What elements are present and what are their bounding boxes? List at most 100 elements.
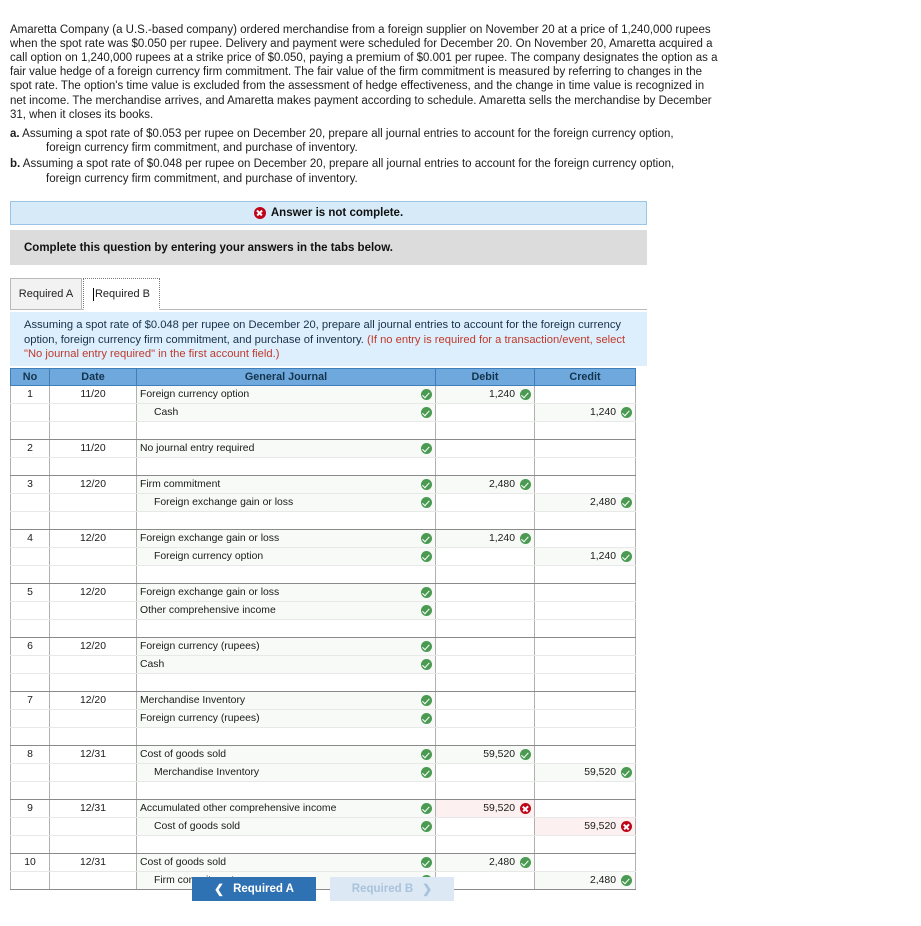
cell-account-select[interactable] [136,781,436,800]
cell-credit-input[interactable] [534,691,636,710]
cell-account-select[interactable]: Foreign currency (rupees) [136,637,436,656]
cell-credit-input[interactable] [534,601,636,620]
cell-entry-number [10,655,50,674]
cell-debit-input[interactable] [435,493,535,512]
cell-debit-input[interactable] [435,691,535,710]
cell-debit-input[interactable]: 59,520 [435,799,535,818]
cell-debit-input[interactable] [435,619,535,638]
cell-credit-input[interactable] [534,565,636,584]
prev-required-a-button[interactable]: ❮ Required A [192,877,316,901]
cell-credit-input[interactable]: 1,240 [534,547,636,566]
cell-account-select[interactable]: Foreign currency (rupees) [136,709,436,728]
cell-credit-input[interactable] [534,799,636,818]
cell-credit-input[interactable]: 2,480 [534,493,636,512]
cell-credit-input[interactable] [534,385,636,404]
cell-credit-input[interactable] [534,853,636,872]
cell-debit-input[interactable] [435,511,535,530]
cell-credit-input[interactable] [534,655,636,674]
cell-credit-input[interactable]: 1,240 [534,403,636,422]
cell-debit-input[interactable] [435,673,535,692]
cell-account-select[interactable]: Merchandise Inventory [136,763,436,782]
requirement-a: a. Assuming a spot rate of $0.053 per ru… [10,127,722,155]
cell-account-select[interactable] [136,421,436,440]
cell-credit-input[interactable] [534,439,636,458]
cell-entry-date [49,601,137,620]
cell-debit-input[interactable] [435,601,535,620]
cell-debit-input[interactable] [435,763,535,782]
cell-credit-input[interactable] [534,475,636,494]
cell-account-select[interactable]: Merchandise Inventory [136,691,436,710]
cell-credit-input[interactable] [534,511,636,530]
cell-entry-date [49,781,137,800]
cell-account-select[interactable]: Foreign exchange gain or loss [136,493,436,512]
cell-credit-input[interactable]: 59,520 [534,817,636,836]
cell-account-select[interactable]: Cash [136,403,436,422]
cell-debit-input[interactable] [435,439,535,458]
cell-credit-input[interactable] [534,835,636,854]
account-name: Cash [140,659,165,670]
cell-account-select[interactable] [136,565,436,584]
cell-account-select[interactable] [136,511,436,530]
cell-credit-input[interactable] [534,583,636,602]
cell-debit-input[interactable]: 1,240 [435,385,535,404]
cell-credit-input[interactable] [534,673,636,692]
cell-account-select[interactable]: Other comprehensive income [136,601,436,620]
cell-debit-input[interactable] [435,583,535,602]
cell-account-select[interactable]: Cost of goods sold [136,853,436,872]
prev-button-label: Required A [233,883,294,895]
cell-debit-input[interactable] [435,817,535,836]
cell-account-select[interactable]: Foreign currency option [136,385,436,404]
cell-debit-input[interactable]: 2,480 [435,853,535,872]
cell-debit-input[interactable] [435,421,535,440]
cell-debit-input[interactable] [435,709,535,728]
cell-account-select[interactable]: Cost of goods sold [136,745,436,764]
cell-debit-input[interactable] [435,655,535,674]
next-required-b-button[interactable]: Required B ❯ [330,877,454,901]
cell-account-select[interactable] [136,727,436,746]
cell-account-select[interactable] [136,457,436,476]
no-marker [621,857,632,868]
cell-debit-input[interactable] [435,565,535,584]
cell-credit-input[interactable] [534,637,636,656]
valid-check-icon [421,857,432,868]
cell-debit-input[interactable]: 1,240 [435,529,535,548]
cell-debit-input[interactable]: 2,480 [435,475,535,494]
cell-account-select[interactable]: Cost of goods sold [136,817,436,836]
cell-account-select[interactable]: No journal entry required [136,439,436,458]
cell-account-select[interactable]: Cash [136,655,436,674]
cell-credit-input[interactable] [534,727,636,746]
account-name: Cost of goods sold [154,821,241,832]
cell-credit-input[interactable]: 59,520 [534,763,636,782]
cell-credit-input[interactable]: 2,480 [534,871,636,890]
cell-debit-input[interactable] [435,835,535,854]
cell-credit-input[interactable] [534,709,636,728]
cell-credit-input[interactable] [534,529,636,548]
cell-debit-input[interactable]: 59,520 [435,745,535,764]
account-name: Foreign exchange gain or loss [140,533,280,544]
cell-account-select[interactable]: Foreign currency option [136,547,436,566]
chevron-right-icon: ❯ [422,882,433,896]
cell-account-select[interactable]: Accumulated other comprehensive income [136,799,436,818]
valid-check-icon [621,497,632,508]
valid-check-icon [421,479,432,490]
cell-account-select[interactable]: Foreign exchange gain or loss [136,583,436,602]
cell-credit-input[interactable] [534,421,636,440]
cell-debit-input[interactable] [435,727,535,746]
cell-debit-input[interactable] [435,403,535,422]
valid-check-icon [520,389,531,400]
cell-credit-input[interactable] [534,781,636,800]
cell-account-select[interactable]: Firm commitment [136,475,436,494]
tab-required-a[interactable]: Required A [10,278,82,310]
cell-debit-input[interactable] [435,547,535,566]
cell-account-select[interactable] [136,673,436,692]
cell-account-select[interactable] [136,619,436,638]
cell-credit-input[interactable] [534,619,636,638]
cell-credit-input[interactable] [534,457,636,476]
cell-debit-input[interactable] [435,781,535,800]
cell-account-select[interactable]: Foreign exchange gain or loss [136,529,436,548]
cell-credit-input[interactable] [534,745,636,764]
cell-debit-input[interactable] [435,637,535,656]
cell-debit-input[interactable] [435,457,535,476]
tab-required-b[interactable]: Required B [83,278,160,310]
cell-account-select[interactable] [136,835,436,854]
